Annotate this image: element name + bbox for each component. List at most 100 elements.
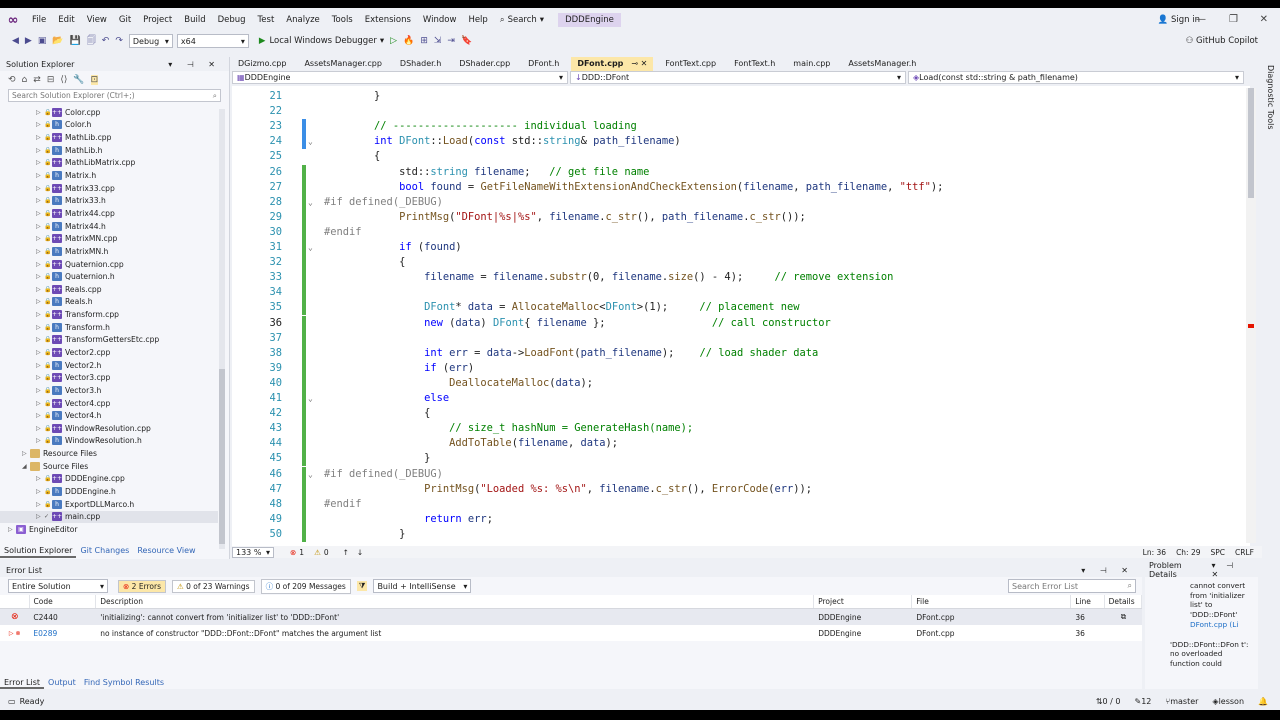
tree-item[interactable]: ▷ 🔒 h Color.h (0, 119, 218, 132)
tree-item[interactable]: ▷ 🔒 ++ Color.cpp (0, 106, 218, 119)
filter-icon[interactable]: ⧩ (356, 581, 368, 591)
document-tab[interactable]: DFont.cpp ⊸ ✕ (571, 57, 654, 71)
open-folder-icon[interactable]: 📂 (52, 36, 63, 46)
tree-item[interactable]: ▷ 🔒 ++ Quaternion.cpp (0, 258, 218, 271)
code-line[interactable]: 42 { (232, 406, 1250, 422)
repo-name[interactable]: lesson (1219, 697, 1244, 706)
notifications-icon[interactable]: 🔔 (1258, 697, 1268, 706)
expand-arrow-icon[interactable]: ▷ (36, 197, 44, 204)
expand-arrow-icon[interactable]: ▷ (36, 349, 44, 356)
code-line[interactable]: 25 { (232, 149, 1250, 164)
platform-dropdown[interactable]: x64 ▾ (176, 34, 249, 48)
tree-item[interactable]: ▷ 🔒 ++ TransformGettersEtc.cpp (0, 334, 218, 347)
expand-arrow-icon[interactable]: ▷ ⊗ (0, 630, 29, 637)
document-tab[interactable]: AssetsManager.h (842, 57, 922, 71)
expand-arrow-icon[interactable]: ▷ (36, 248, 44, 255)
fold-toggle-icon[interactable]: ⌄ (308, 134, 313, 149)
code-icon[interactable]: ⟨⟩ (60, 75, 67, 85)
expand-arrow-icon[interactable]: ▷ (36, 311, 44, 318)
tree-item[interactable]: ▷ 🔒 ++ WindowResolution.cpp (0, 422, 218, 435)
updown-icon[interactable]: ⇅ (1096, 697, 1103, 706)
column-header-file[interactable]: File (912, 595, 1072, 608)
expand-arrow-icon[interactable]: ▷ (36, 412, 44, 419)
tree-item[interactable]: ▷ 🔒 ++ MatrixMN.cpp (0, 232, 218, 245)
expand-arrow-icon[interactable]: ▷ (36, 273, 44, 280)
code-line[interactable]: 30 #endif (232, 224, 1250, 240)
code-line[interactable]: 34 (232, 285, 1250, 301)
forward-icon[interactable]: ▶ (25, 36, 32, 46)
panel-options-icon[interactable]: ▾ ⊣ ✕ (1081, 566, 1134, 575)
collapse-icon[interactable]: ⊟ (47, 75, 55, 85)
tree-item[interactable]: ▷ ▣ EngineEditor (0, 523, 218, 536)
redo-icon[interactable]: ↷ (115, 36, 123, 46)
expand-arrow-icon[interactable]: ▷ (36, 172, 44, 179)
editor-scrollbar[interactable] (1246, 88, 1256, 543)
messages-filter-button[interactable]: ⓘ 0 of 209 Messages (260, 578, 351, 594)
menu-edit[interactable]: Edit (52, 8, 80, 32)
menu-view[interactable]: View (81, 8, 113, 32)
save-all-icon[interactable]: 🗐 (87, 33, 96, 49)
close-tab-icon[interactable]: ⊸ ✕ (631, 59, 647, 68)
expand-arrow-icon[interactable]: ▷ (36, 298, 44, 305)
zoom-dropdown[interactable]: 133 % ▾ (232, 546, 274, 558)
branch-name[interactable]: master (1170, 697, 1198, 706)
preview-icon[interactable]: ⊡ (90, 75, 99, 85)
menu-extensions[interactable]: Extensions (359, 8, 417, 32)
tree-item[interactable]: ▷ 🔒 ++ MathLib.cpp (0, 131, 218, 144)
code-line[interactable]: 24 ⌄ int DFont::Load(const std::string& p… (232, 134, 1250, 150)
code-line[interactable]: 43 // size_t hashNum = GenerateHash(name… (232, 421, 1250, 437)
code-line[interactable]: 29 PrintMsg("DFont|%s|%s", filename.c_st… (232, 209, 1250, 225)
expand-arrow-icon[interactable]: ▷ (36, 437, 44, 444)
tree-item[interactable]: ▷ 🔒 h Matrix33.h (0, 194, 218, 207)
column-header-description[interactable]: Description (96, 595, 815, 608)
tree-item[interactable]: ◢ Source Files (0, 460, 218, 473)
hot-reload-icon[interactable]: 🔥 (403, 36, 414, 46)
code-line[interactable]: 32 { (232, 255, 1250, 271)
document-tab[interactable]: FontText.h (728, 57, 781, 71)
expand-arrow-icon[interactable]: ▷ (36, 501, 44, 508)
tree-item[interactable]: ▷ 🔒 ++ Transform.cpp (0, 308, 218, 321)
expand-arrow-icon[interactable]: ▷ (36, 513, 44, 520)
expand-arrow-icon[interactable]: ▷ (36, 261, 44, 268)
tab-find-symbol-results[interactable]: Find Symbol Results (80, 676, 168, 689)
warnings-filter-button[interactable]: ⚠ 0 of 23 Warnings (172, 579, 255, 593)
tree-item[interactable]: ▷ 🔒 ++ MathLibMatrix.cpp (0, 157, 218, 170)
code-line[interactable]: 28 ⌄ #if defined(_DEBUG) (232, 194, 1250, 210)
minimize-button[interactable]: — (1196, 8, 1206, 32)
tree-item[interactable]: ▷ 🔒 ++ Vector4.cpp (0, 397, 218, 410)
expand-arrow-icon[interactable]: ▷ (36, 159, 44, 166)
expand-arrow-icon[interactable]: ▷ (36, 147, 44, 154)
scope-dropdown[interactable]: ↓ DDD::DFont ▾ (570, 71, 906, 84)
tab-resource-view[interactable]: Resource View (133, 544, 199, 558)
tree-item[interactable]: ▷ 🔒 h Vector3.h (0, 384, 218, 397)
expand-arrow-icon[interactable]: ▷ (36, 387, 44, 394)
document-tab[interactable]: AssetsManager.cpp (298, 57, 387, 71)
code-line[interactable]: 22 (232, 104, 1250, 119)
expand-arrow-icon[interactable]: ▷ (36, 324, 44, 331)
start-without-debugging-icon[interactable]: ▷ (390, 36, 397, 46)
code-line[interactable]: 45 } (232, 451, 1250, 467)
tree-item[interactable]: ▷ 🔒 h Vector2.h (0, 359, 218, 372)
tree-item[interactable]: ▷ 🔒 h MatrixMN.h (0, 245, 218, 258)
column-header-line[interactable]: Line (1071, 595, 1105, 608)
code-line[interactable]: 37 (232, 330, 1250, 346)
code-line[interactable]: 35 DFont* data = AllocateMalloc<DFont>(1… (232, 300, 1250, 316)
tree-item[interactable]: ▷ 🔒 ++ DDDEngine.cpp (0, 473, 218, 486)
step-icon[interactable]: ⇲ (434, 36, 442, 46)
tree-item[interactable]: ▷ 🔒 h Matrix44.h (0, 220, 218, 233)
expand-arrow-icon[interactable]: ▷ (36, 400, 44, 407)
menu-file[interactable]: File (26, 8, 52, 32)
expand-arrow-icon[interactable]: ▷ (36, 475, 44, 482)
tree-item[interactable]: ▷ Resource Files (0, 447, 218, 460)
expand-arrow-icon[interactable]: ▷ (36, 109, 44, 116)
code-line[interactable]: 44 AddToTable(filename, data); (232, 436, 1250, 452)
code-line[interactable]: 49 return err; (232, 511, 1250, 527)
error-count[interactable]: 1 (299, 548, 304, 557)
expand-arrow-icon[interactable]: ▷ (36, 425, 44, 432)
whitespace-indicator[interactable]: SPC (1211, 548, 1226, 557)
expand-arrow-icon[interactable]: ▷ (36, 286, 44, 293)
start-debugging-button[interactable]: ▶ Local Windows Debugger ▾ (259, 36, 384, 46)
code-line[interactable]: 23 // -------------------- individual lo… (232, 119, 1250, 135)
expand-arrow-icon[interactable]: ▷ (36, 488, 44, 495)
fold-toggle-icon[interactable]: ⌄ (308, 195, 313, 210)
